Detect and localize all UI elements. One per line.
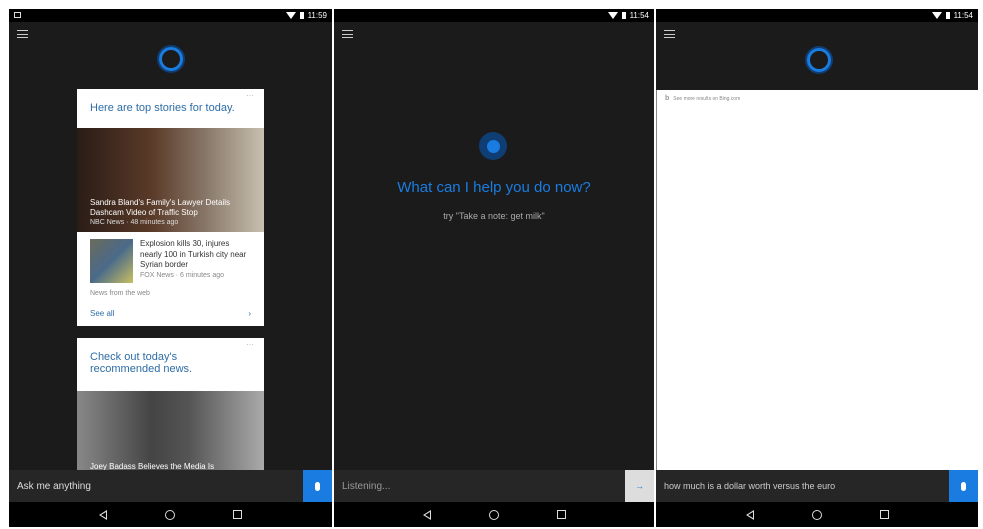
battery-icon bbox=[299, 12, 304, 19]
cortana-results-panel: 11:54 b See more results on Bing.com how … bbox=[656, 9, 978, 527]
hamburger-menu-icon[interactable] bbox=[17, 30, 28, 38]
story-headline: Explosion kills 30, injures nearly 100 i… bbox=[140, 239, 247, 269]
wifi-icon bbox=[931, 12, 942, 19]
prompt-heading: What can I help you do now? bbox=[397, 179, 591, 196]
cortana-logo-icon[interactable] bbox=[807, 48, 831, 72]
recents-icon[interactable] bbox=[556, 510, 566, 519]
nav-bar bbox=[334, 502, 654, 527]
status-bar: 11:59 bbox=[9, 9, 332, 22]
wifi-icon bbox=[607, 12, 618, 19]
back-icon[interactable] bbox=[422, 509, 431, 520]
status-time: 11:54 bbox=[953, 11, 973, 20]
story-meta: FOX News · 6 minutes ago bbox=[140, 271, 225, 279]
status-bar: 11:54 bbox=[656, 9, 978, 22]
status-time: 11:54 bbox=[629, 11, 649, 20]
microphone-icon bbox=[315, 481, 320, 491]
home-icon[interactable] bbox=[811, 509, 822, 520]
prompt-hint: try "Take a note: get milk" bbox=[443, 211, 545, 221]
bing-logo-icon: b bbox=[665, 95, 670, 102]
hamburger-menu-icon[interactable] bbox=[342, 30, 353, 38]
back-icon[interactable] bbox=[99, 509, 107, 520]
status-time: 11:59 bbox=[307, 11, 327, 20]
cortana-listening-icon bbox=[479, 132, 507, 160]
nav-bar bbox=[656, 502, 978, 527]
microphone-button[interactable] bbox=[303, 470, 332, 502]
bing-link-label: See more results on Bing.com bbox=[673, 95, 741, 102]
bing-link[interactable]: b See more results on Bing.com bbox=[657, 90, 978, 107]
search-text: how much is a dollar worth versus the eu… bbox=[664, 481, 836, 491]
top-stories-card: ··· Here are top stories for today. Sand… bbox=[77, 89, 264, 326]
status-bar: 11:54 bbox=[334, 9, 654, 22]
home-icon[interactable] bbox=[488, 509, 499, 520]
wifi-icon bbox=[285, 12, 296, 19]
search-text: Listening... bbox=[342, 480, 391, 492]
hero-meta: NBC News · 48 minutes ago bbox=[90, 219, 179, 226]
microphone-button[interactable] bbox=[949, 470, 978, 502]
search-input[interactable]: Ask me anything bbox=[9, 470, 332, 502]
hamburger-menu-icon[interactable] bbox=[664, 30, 675, 38]
results-area: b See more results on Bing.com bbox=[656, 90, 978, 470]
battery-icon bbox=[945, 12, 950, 19]
see-all-link[interactable]: See all › bbox=[77, 297, 264, 326]
cortana-home-panel: 11:59 ··· Here are top stories for today… bbox=[9, 9, 332, 527]
recommended-news-card: ··· Check out today's recommended news. … bbox=[77, 338, 264, 471]
home-icon[interactable] bbox=[165, 509, 175, 520]
notification-icon bbox=[14, 12, 21, 18]
recents-icon[interactable] bbox=[233, 510, 242, 519]
story-item[interactable]: Explosion kills 30, injures nearly 100 i… bbox=[77, 232, 264, 283]
card-more-button[interactable]: ··· bbox=[246, 340, 254, 349]
chevron-right-icon: › bbox=[248, 309, 251, 318]
card-title: Here are top stories for today. bbox=[90, 102, 235, 114]
cortana-logo-icon[interactable] bbox=[159, 47, 183, 71]
battery-icon bbox=[621, 12, 626, 19]
see-all-label: See all bbox=[90, 309, 115, 318]
search-input[interactable]: how much is a dollar worth versus the eu… bbox=[656, 470, 978, 502]
hero-story[interactable]: Joey Badass Believes the Media Is bbox=[77, 391, 264, 471]
hero-story[interactable]: Sandra Bland's Family's Lawyer Details D… bbox=[77, 128, 264, 232]
search-input[interactable]: Listening... → bbox=[334, 470, 654, 502]
card-more-button[interactable]: ··· bbox=[246, 91, 254, 100]
microphone-icon bbox=[961, 481, 966, 491]
recents-icon[interactable] bbox=[879, 510, 889, 519]
source-note: News from the web bbox=[90, 290, 150, 297]
nav-bar bbox=[9, 502, 332, 527]
search-placeholder: Ask me anything bbox=[17, 480, 91, 492]
arrow-right-icon: → bbox=[635, 481, 644, 491]
cortana-listening-panel: 11:54 What can I help you do now? try "T… bbox=[334, 9, 654, 527]
card-title: Check out today's recommended news. bbox=[90, 351, 193, 375]
story-thumbnail bbox=[90, 239, 133, 283]
back-icon[interactable] bbox=[745, 509, 754, 520]
submit-button[interactable]: → bbox=[625, 470, 654, 502]
hero-headline: Sandra Bland's Family's Lawyer Details D… bbox=[90, 198, 230, 217]
